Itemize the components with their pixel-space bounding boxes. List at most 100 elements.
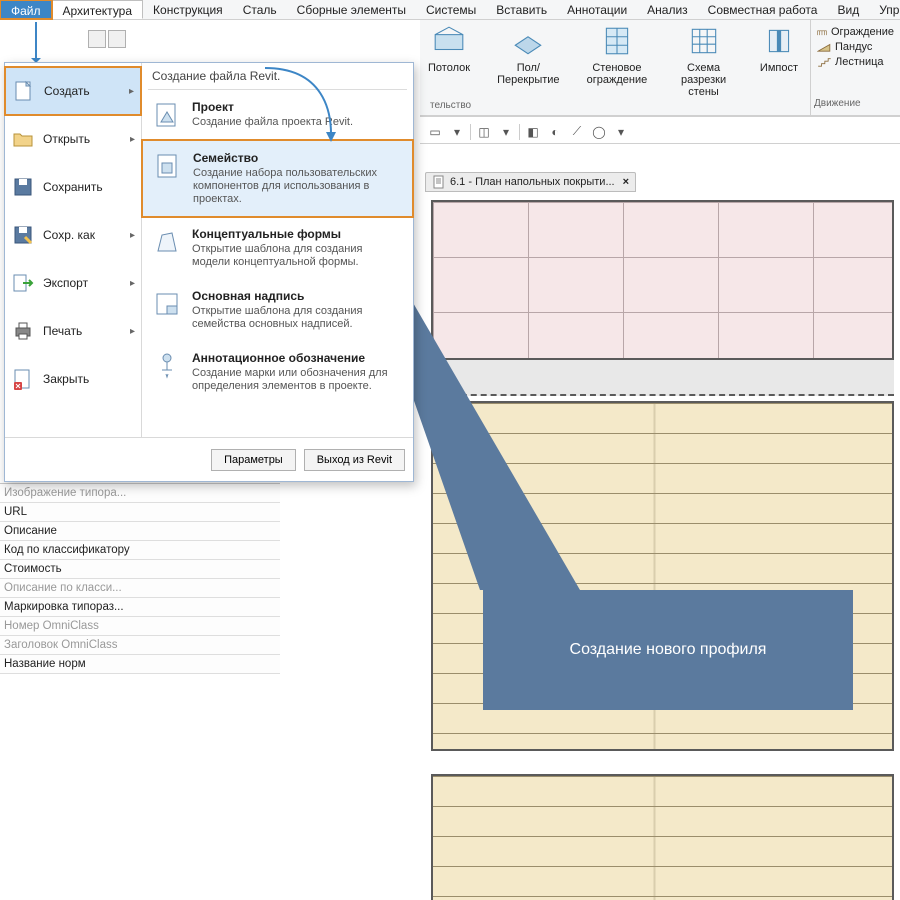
stair-icon [817,57,831,67]
app-menu-option-desc: Открытие шаблона для создания семейства … [192,305,403,331]
qat-button[interactable] [88,30,106,48]
ribbon-mullion[interactable]: Импост [752,20,806,115]
app-menu-new-annotation-symbol[interactable]: Аннотационное обозначение Создание марки… [142,341,413,403]
close-tab-button[interactable]: × [623,176,629,188]
app-menu-export[interactable]: Экспорт ▸ [5,259,141,307]
document-icon [432,175,446,189]
toolbar-dropdown[interactable]: ▾ [448,123,466,141]
app-menu-open[interactable]: Открыть ▸ [5,115,141,163]
toolbar-button[interactable]: ⟋ [568,123,586,141]
app-menu-new-project[interactable]: Проект Создание файла проекта Revit. [142,90,413,140]
property-row[interactable]: Изображение типора... [0,484,280,503]
app-menu-option-title: Проект [192,100,353,114]
app-menu-save-as[interactable]: Сохр. как ▸ [5,211,141,259]
property-row[interactable]: Описание [0,522,280,541]
menu-file[interactable]: Файл [0,0,52,19]
app-menu-option-desc: Создание набора пользовательских компоне… [193,167,402,206]
ribbon-label: Пол/Перекрытие [490,62,567,86]
app-menu-option-title: Аннотационное обозначение [192,351,403,365]
floor-region-tile [431,200,894,360]
menu-annotations[interactable]: Аннотации [557,0,637,19]
ribbon-curtain-wall[interactable]: Стеновое ограждение [579,20,656,115]
ribbon-ramp[interactable]: Пандус [817,41,894,53]
property-row[interactable]: Заголовок OmniClass [0,636,280,655]
ribbon-item-label: Ограждение [831,26,894,38]
app-menu-item-label: Печать [43,324,82,338]
grid-icon [687,24,721,58]
export-icon [11,271,35,295]
ribbon-item-label: Пандус [835,41,872,53]
app-menu-item-label: Сохранить [43,180,103,194]
app-menu-option-title: Основная надпись [192,289,403,303]
ribbon-stair[interactable]: Лестница [817,56,894,68]
options-button[interactable]: Параметры [211,449,296,471]
menu-steel[interactable]: Сталь [233,0,287,19]
property-row[interactable]: Описание по класси... [0,579,280,598]
menu-construction[interactable]: Конструкция [143,0,233,19]
app-menu-new-titleblock[interactable]: Основная надпись Открытие шаблона для со… [142,279,413,341]
chevron-right-icon: ▸ [130,230,135,241]
app-menu-new-family[interactable]: Семейство Создание набора пользовательск… [142,140,413,217]
app-menu-item-label: Закрыть [43,372,89,386]
menu-manage[interactable]: Управ [869,0,900,19]
menu-architecture[interactable]: Архитектура [52,0,144,19]
menu-systems[interactable]: Системы [416,0,486,19]
ribbon-group-build-label: тельство [430,100,471,111]
app-menu-option-title: Семейство [193,151,402,165]
app-menu-item-label: Создать [44,84,90,98]
menu-view[interactable]: Вид [827,0,869,19]
ribbon-label: Импост [760,62,798,74]
view-tab-bar: 6.1 - План напольных покрыти... × [425,170,900,194]
save-icon [11,175,35,199]
menu-precast[interactable]: Сборные элементы [287,0,416,19]
close-file-icon [11,367,35,391]
menu-insert[interactable]: Вставить [486,0,557,19]
toolbar-button[interactable]: ◫ [475,123,493,141]
floor-region-band [431,360,894,396]
titleblock-icon [152,289,182,319]
ribbon-railing[interactable]: Ограждение [817,26,894,38]
app-menu-save[interactable]: Сохранить [5,163,141,211]
property-name: Изображение типора... [4,487,204,499]
menu-bar: Файл Архитектура Конструкция Сталь Сборн… [0,0,900,20]
property-row[interactable]: URL [0,503,280,522]
annotation-callout: Создание нового профиля [483,590,853,710]
property-row[interactable]: Маркировка типораз... [0,598,280,617]
app-menu-print[interactable]: Печать ▸ [5,307,141,355]
chevron-right-icon: ▸ [130,134,135,145]
property-row[interactable]: Стоимость [0,560,280,579]
app-menu-left-column: Создать ▸ Открыть ▸ Сохранить Сохр. как … [5,63,142,437]
toolbar-button[interactable]: ◐ [546,123,564,141]
exit-revit-button[interactable]: Выход из Revit [304,449,405,471]
property-row[interactable]: Номер OmniClass [0,617,280,636]
property-row[interactable]: Код по классификатору [0,541,280,560]
property-name: Описание по класси... [4,582,204,594]
view-tab[interactable]: 6.1 - План напольных покрыти... × [425,172,636,192]
ribbon-curtain-grid[interactable]: Схема разрезки стены [659,20,748,115]
property-row[interactable]: Название норм [0,655,280,674]
app-menu-new-conceptual-mass[interactable]: Концептуальные формы Открытие шаблона дл… [142,217,413,279]
app-menu-close[interactable]: Закрыть [5,355,141,403]
callout-text: Создание нового профиля [570,641,767,659]
menu-analyze[interactable]: Анализ [637,0,698,19]
qat-button[interactable] [108,30,126,48]
app-menu-footer: Параметры Выход из Revit [5,437,413,481]
ribbon-floor[interactable]: Пол/Перекрытие [482,20,575,115]
toolbar-dropdown[interactable]: ▾ [612,123,630,141]
app-menu-create[interactable]: Создать ▸ [5,67,141,115]
toolbar-dropdown[interactable]: ▾ [497,123,515,141]
chevron-right-icon: ▸ [130,326,135,337]
toolbar-button[interactable]: ◯ [590,123,608,141]
app-menu-option-desc: Создание марки или обозначения для опред… [192,367,403,393]
menu-collaborate[interactable]: Совместная работа [698,0,828,19]
application-menu: Создать ▸ Открыть ▸ Сохранить Сохр. как … [4,62,414,482]
quick-access-toolbar [88,30,126,48]
drawing-canvas[interactable] [425,196,900,900]
property-name: Название норм [4,658,204,670]
property-name: Код по классификатору [4,544,204,556]
toolbar-button[interactable]: ◧ [524,123,542,141]
app-menu-option-desc: Открытие шаблона для создания модели кон… [192,243,403,269]
toolbar-button[interactable]: ▭ [426,123,444,141]
app-menu-item-label: Открыть [43,132,90,146]
print-icon [11,319,35,343]
